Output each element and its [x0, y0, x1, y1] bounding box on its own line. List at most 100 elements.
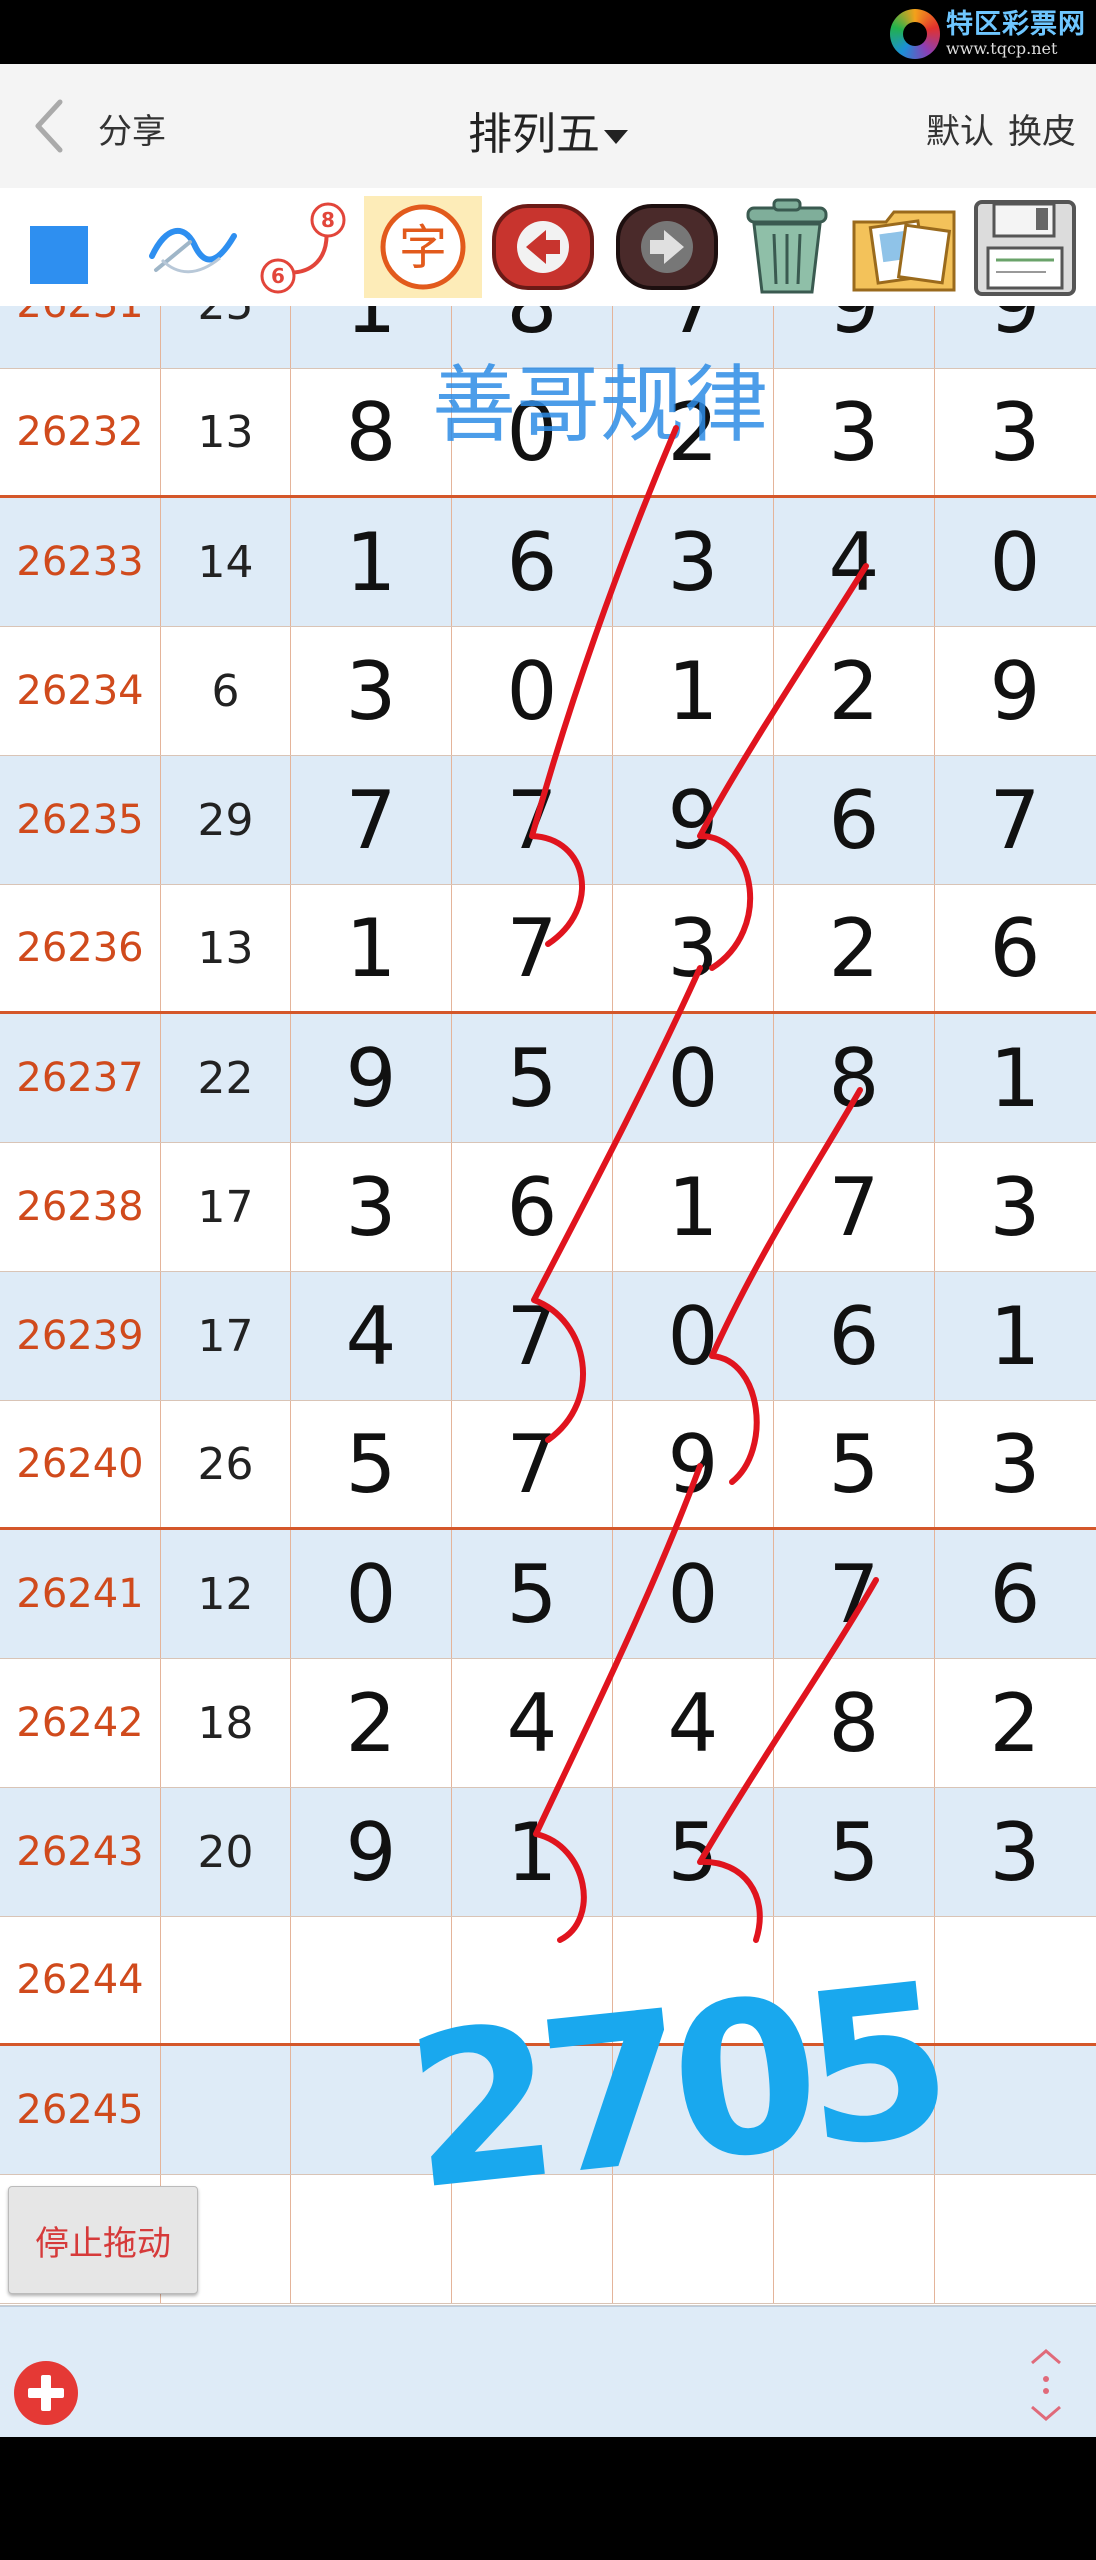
digit-cell-4: 2 — [774, 627, 935, 755]
table-row[interactable]: 262312518799 — [0, 306, 1096, 369]
status-bar: 特区彩票网 www.tqcp.net — [0, 0, 1096, 64]
digit-cell-1 — [291, 2175, 452, 2303]
digit-cell-5: 2 — [989, 1676, 1041, 1770]
digit-cell-5: 9 — [989, 644, 1041, 738]
digit-sum: 17 — [161, 1143, 291, 1271]
digit-cell-2: 1 — [452, 1788, 613, 1916]
digit-cell-4: 8 — [774, 1659, 935, 1787]
digit-cell-5: 1 — [989, 1289, 1041, 1383]
digit-cell-4: 4 — [774, 498, 935, 626]
table-row[interactable]: 26242 18 2 4 4 8 2 — [0, 1659, 1096, 1788]
change-skin-button[interactable]: 换皮 — [1008, 112, 1076, 152]
digit-cell-5: 7 — [989, 773, 1041, 867]
digit-cell-4: 8 — [774, 1014, 935, 1142]
digit-cell-3: 3 — [613, 498, 774, 626]
digit-sum: 12 — [161, 1530, 291, 1658]
digit-sum — [161, 2046, 291, 2174]
digit-cell-2: 7 — [452, 885, 613, 1011]
digit-cell-1: 3 — [291, 627, 452, 755]
save-floppy-icon[interactable] — [966, 196, 1084, 298]
digit-cell-5: 6 — [989, 1547, 1041, 1641]
digit-cell-2 — [452, 2175, 613, 2303]
digit-cell-4: 6 — [774, 1272, 935, 1400]
table-row[interactable]: 26244 — [0, 1917, 1096, 2046]
table-row[interactable]: 26236 13 1 7 3 2 6 — [0, 885, 1096, 1014]
undo-arrow-icon[interactable] — [484, 196, 602, 298]
issue-number: 26241 — [0, 1530, 161, 1658]
digit-sum: 6 — [161, 627, 291, 755]
color-square-tool[interactable] — [12, 196, 130, 298]
digit-cell-1: 1 — [291, 885, 452, 1011]
dropdown-caret-icon — [604, 130, 628, 144]
scroll-arrows-icon[interactable] — [1024, 2347, 1068, 2423]
text-tool[interactable]: 字 — [364, 196, 482, 298]
digit-cell-1: 1 — [291, 306, 452, 368]
issue-number: 26235 — [0, 756, 161, 884]
digit-sum: 13 — [161, 885, 291, 1011]
digit-cell-1: 5 — [291, 1401, 452, 1527]
table-row[interactable]: 26237 22 9 5 0 8 1 — [0, 1014, 1096, 1143]
digit-cell-5: 3 — [989, 1417, 1041, 1511]
curve-badge-tool-icon[interactable]: 8 6 — [252, 196, 370, 298]
default-button[interactable]: 默认 — [926, 112, 994, 152]
table-row[interactable]: 26234 6 3 0 1 2 9 — [0, 627, 1096, 756]
table-row[interactable]: 26245 — [0, 2046, 1096, 2175]
table-row[interactable]: 26243 20 9 1 5 5 3 — [0, 1788, 1096, 1917]
digit-sum: 20 — [161, 1788, 291, 1916]
photo-folder-icon[interactable] — [846, 196, 964, 298]
digit-cell-3: 4 — [613, 1659, 774, 1787]
digit-sum: 14 — [161, 498, 291, 626]
digit-cell-3: 5 — [613, 1788, 774, 1916]
stop-drag-button[interactable]: 停止拖动 — [8, 2186, 198, 2294]
digit-sum: 22 — [161, 1014, 291, 1142]
issue-number: 26238 — [0, 1143, 161, 1271]
digit-cell-4: 5 — [774, 1788, 935, 1916]
digit-cell-2 — [452, 2046, 613, 2174]
digit-cell-2: 7 — [452, 1401, 613, 1527]
digit-cell-1: 1 — [291, 498, 452, 626]
digit-sum: 29 — [161, 756, 291, 884]
table-row[interactable]: 26238 17 3 6 1 7 3 — [0, 1143, 1096, 1272]
digit-cell-5: 3 — [989, 385, 1041, 479]
digit-cell-2: 0 — [452, 369, 613, 495]
logo-text: 特区彩票网 — [946, 9, 1086, 40]
issue-number: 26232 — [0, 369, 161, 495]
trash-can-icon[interactable] — [728, 196, 846, 298]
issue-number: 26231 — [0, 306, 161, 368]
issue-number: 26240 — [0, 1401, 161, 1527]
issue-number: 26239 — [0, 1272, 161, 1400]
digit-cell-5: 0 — [989, 515, 1041, 609]
digit-cell-1: 2 — [291, 1659, 452, 1787]
digit-cell-3: 0 — [613, 1530, 774, 1658]
digit-cell-3: 0 — [613, 1014, 774, 1142]
pen-curve-tool-icon[interactable] — [138, 196, 256, 298]
digit-cell-4 — [774, 2046, 935, 2174]
digit-cell-4: 2 — [774, 885, 935, 1011]
digit-cell-3: 7 — [613, 306, 774, 368]
grid-rows: 2623125187992623213802332623314163402623… — [0, 306, 1096, 2304]
digit-cell-5: 3 — [989, 1160, 1041, 1254]
redo-arrow-icon[interactable] — [608, 196, 726, 298]
digit-cell-3 — [613, 1917, 774, 2043]
nav-right-actions: 默认 换皮 — [912, 104, 1076, 153]
digit-cell-3: 1 — [613, 1143, 774, 1271]
logo-url: www.tqcp.net — [946, 39, 1058, 58]
table-row[interactable]: 26240 26 5 7 9 5 3 — [0, 1401, 1096, 1530]
draw-results-grid[interactable]: 2623125187992623213802332623314163402623… — [0, 306, 1096, 2306]
digit-cell-4: 7 — [774, 1530, 935, 1658]
digit-cell-2: 6 — [452, 1143, 613, 1271]
badge-top: 8 — [321, 208, 335, 232]
table-row[interactable]: 26233 14 1 6 3 4 0 — [0, 498, 1096, 627]
digit-cell-1 — [291, 2046, 452, 2174]
add-plus-icon[interactable] — [14, 2361, 78, 2425]
digit-cell-1: 8 — [291, 369, 452, 495]
table-row[interactable]: 26239 17 4 7 0 6 1 — [0, 1272, 1096, 1401]
digit-cell-4 — [774, 2175, 935, 2303]
digit-sum: 25 — [161, 306, 291, 368]
table-row[interactable]: 26235 29 7 7 9 6 7 — [0, 756, 1096, 885]
table-row[interactable]: 26232 13 8 0 2 3 3 — [0, 369, 1096, 498]
digit-cell-3: 9 — [613, 756, 774, 884]
table-row[interactable]: 26241 12 0 5 0 7 6 — [0, 1530, 1096, 1659]
digit-cell-3: 0 — [613, 1272, 774, 1400]
digit-cell-1 — [291, 1917, 452, 2043]
